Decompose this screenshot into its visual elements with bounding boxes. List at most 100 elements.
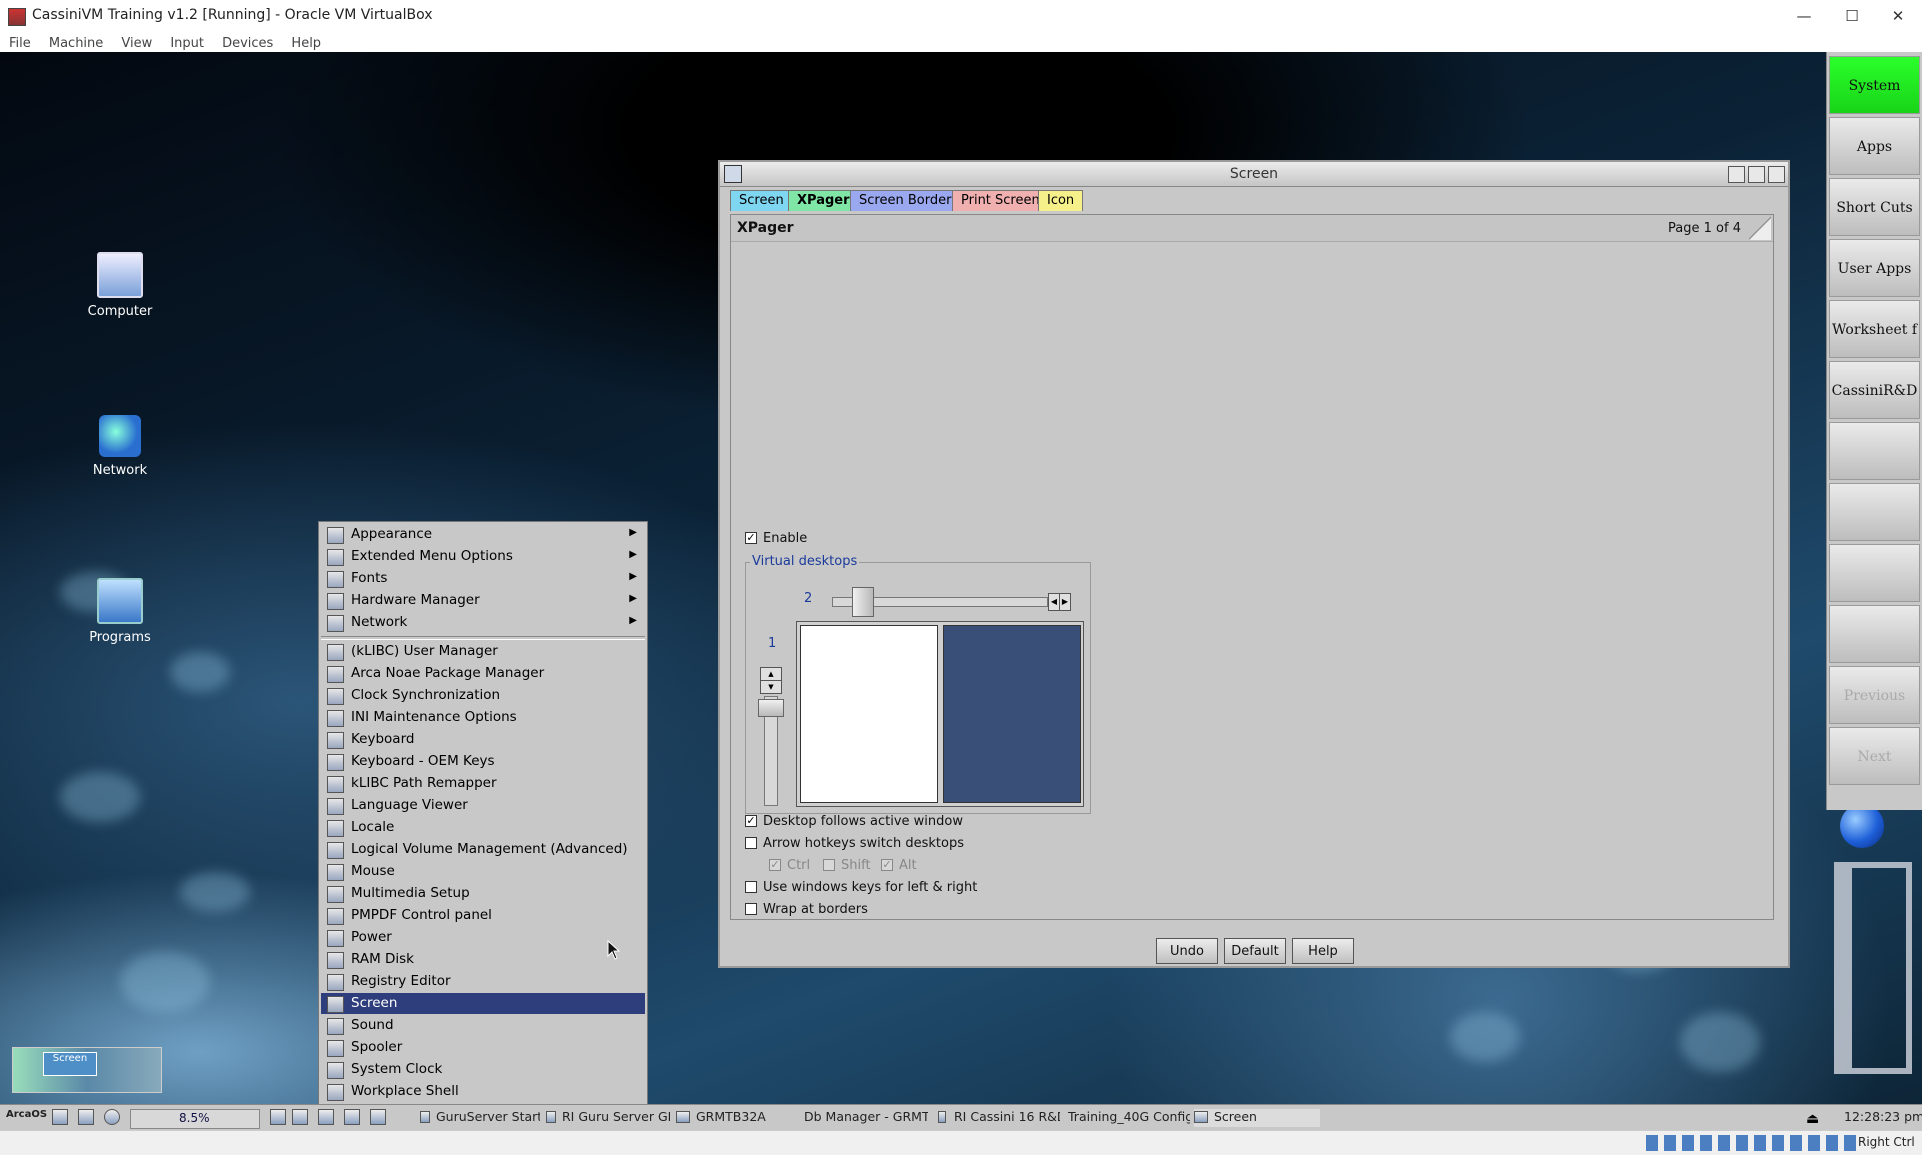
page-turn-icon[interactable]	[1749, 216, 1771, 240]
menu-file[interactable]: File	[0, 34, 31, 51]
task-ri-cassini[interactable]: RI Cassini 16 R&D	[938, 1109, 1060, 1127]
desktop-icon-computer[interactable]: Computer	[70, 252, 170, 319]
launchpad-next-button[interactable]: Next	[1829, 727, 1920, 785]
tab-screen-borders[interactable]: Screen Borders	[850, 190, 968, 211]
lock-icon[interactable]	[52, 1109, 68, 1125]
printer-icon[interactable]	[318, 1109, 334, 1125]
task-guruserver-startup[interactable]: GuruServer Startup	[420, 1109, 540, 1127]
device-status-icons[interactable]	[1646, 1135, 1856, 1151]
menu-item-klibc-user-manager[interactable]: (kLIBC) User Manager	[321, 641, 645, 662]
menu-item-spooler[interactable]: Spooler	[321, 1037, 645, 1058]
maximize-button[interactable]: ☐	[1830, 5, 1874, 27]
task-screen[interactable]: Screen	[1194, 1109, 1320, 1127]
menu-item-lvm[interactable]: Logical Volume Management (Advanced)	[321, 839, 645, 860]
task-db-manager[interactable]: Db Manager - GRMTB	[804, 1109, 928, 1127]
menu-item-system-clock[interactable]: System Clock	[321, 1059, 645, 1080]
launchpad-empty-button[interactable]	[1829, 483, 1920, 541]
launchpad-system-button[interactable]: System	[1829, 56, 1920, 114]
undo-button[interactable]: Undo	[1156, 938, 1218, 964]
launchpad-previous-button[interactable]: Previous	[1829, 666, 1920, 724]
rows-spin-down-icon[interactable]: ▼	[760, 680, 782, 694]
blue-sphere-icon	[1840, 804, 1884, 848]
tab-xpager[interactable]: XPager	[788, 190, 859, 211]
menu-item-registry-editor[interactable]: Registry Editor	[321, 971, 645, 992]
windows-keys-checkbox[interactable]	[745, 881, 757, 893]
launchpad-empty-button[interactable]	[1829, 605, 1920, 663]
task-grmtb32a[interactable]: GRMTB32A	[676, 1109, 796, 1127]
menu-machine[interactable]: Machine	[40, 34, 103, 51]
follow-active-window-checkbox[interactable]: ✓	[745, 815, 757, 827]
menu-item-ram-disk[interactable]: RAM Disk	[321, 949, 645, 970]
columns-spin-right-icon[interactable]: ▶	[1059, 593, 1071, 611]
tab-icon[interactable]: Icon	[1038, 190, 1084, 211]
alt-checkbox[interactable]: ✓	[881, 859, 893, 871]
menu-input[interactable]: Input	[161, 34, 204, 51]
shutdown-icon[interactable]	[104, 1109, 120, 1125]
menu-item-language-viewer[interactable]: Language Viewer	[321, 795, 645, 816]
menu-view[interactable]: View	[112, 34, 152, 51]
columns-slider-thumb[interactable]	[852, 587, 874, 617]
shift-checkbox[interactable]	[823, 859, 835, 871]
launchpad-empty-button[interactable]	[1829, 422, 1920, 480]
arrow-hotkeys-checkbox[interactable]	[745, 837, 757, 849]
wrap-borders-checkbox[interactable]	[745, 903, 757, 915]
menu-item-multimedia[interactable]: Multimedia Setup	[321, 883, 645, 904]
eject-icon[interactable]: ⏏	[1806, 1111, 1819, 1127]
maximize-icon[interactable]	[1768, 166, 1785, 183]
default-button[interactable]: Default	[1224, 938, 1286, 964]
launchpad-cassini-rd-button[interactable]: CassiniR&D	[1829, 361, 1920, 419]
menu-item-hardware-manager[interactable]: Hardware Manager ▶	[321, 590, 645, 611]
launchpad-shortcuts-button[interactable]: Short Cuts	[1829, 178, 1920, 236]
menu-item-pmpdf[interactable]: PMPDF Control panel	[321, 905, 645, 926]
folder-icon[interactable]	[344, 1109, 360, 1125]
task-training-config[interactable]: Training_40G Configu	[1068, 1109, 1190, 1127]
launchpad-worksheet-button[interactable]: Worksheet f	[1829, 300, 1920, 358]
terminal-icon[interactable]	[370, 1109, 386, 1125]
disk-icon	[327, 842, 344, 859]
search-icon[interactable]	[78, 1109, 94, 1125]
minimized-window-thumbnail[interactable]: Screen	[12, 1047, 162, 1093]
menu-item-power[interactable]: Power	[321, 927, 645, 948]
restore-icon[interactable]	[1748, 166, 1765, 183]
menu-devices[interactable]: Devices	[213, 34, 273, 51]
menu-item-clock-sync[interactable]: Clock Synchronization	[321, 685, 645, 706]
launchpad-apps-button[interactable]: Apps	[1829, 117, 1920, 175]
enable-checkbox[interactable]: ✓	[745, 532, 757, 544]
menu-item-screen[interactable]: Screen	[321, 993, 645, 1014]
menu-item-network[interactable]: Network ▶	[321, 612, 645, 633]
menu-item-appearance[interactable]: Appearance ▶	[321, 524, 645, 545]
virtual-desktop-2[interactable]	[943, 625, 1081, 803]
drives-icon[interactable]	[292, 1109, 308, 1125]
menu-item-keyboard[interactable]: Keyboard	[321, 729, 645, 750]
menu-item-sound[interactable]: Sound	[321, 1015, 645, 1036]
menu-item-fonts[interactable]: Fonts ▶	[321, 568, 645, 589]
menu-item-package-manager[interactable]: Arca Noae Package Manager	[321, 663, 645, 684]
close-button[interactable]: ✕	[1876, 5, 1920, 27]
tab-screen[interactable]: Screen	[730, 190, 793, 211]
minimize-button[interactable]: —	[1782, 5, 1826, 27]
rows-spin-up-icon[interactable]: ▲	[760, 667, 782, 681]
virtual-desktop-1[interactable]	[800, 625, 938, 803]
menu-item-keyboard-oem[interactable]: Keyboard - OEM Keys	[321, 751, 645, 772]
launchpad-empty-button[interactable]	[1829, 544, 1920, 602]
dialog-title-bar[interactable]: Screen	[720, 162, 1788, 187]
tab-print-screen[interactable]: Print Screen	[952, 190, 1049, 211]
ctrl-checkbox[interactable]: ✓	[769, 859, 781, 871]
menu-item-extended-menu-options[interactable]: Extended Menu Options ▶	[321, 546, 645, 567]
menu-item-mouse[interactable]: Mouse	[321, 861, 645, 882]
menu-item-path-remapper[interactable]: kLIBC Path Remapper	[321, 773, 645, 794]
spooler-icon	[327, 1040, 344, 1057]
menu-item-ini-maintenance[interactable]: INI Maintenance Options	[321, 707, 645, 728]
menu-help[interactable]: Help	[282, 34, 321, 51]
desktop-icon-programs[interactable]: Programs	[70, 578, 170, 645]
window-list-icon[interactable]	[270, 1109, 286, 1125]
start-button[interactable]: ArcaOS	[6, 1109, 47, 1127]
help-button[interactable]: Help	[1292, 938, 1354, 964]
launchpad-user-apps-button[interactable]: User Apps	[1829, 239, 1920, 297]
task-ri-guru-server[interactable]: RI Guru Server GB8	[546, 1109, 670, 1127]
rows-slider-thumb[interactable]	[758, 699, 784, 717]
desktop-icon-network[interactable]: Network	[70, 415, 170, 478]
hide-icon[interactable]	[1728, 166, 1745, 183]
menu-item-workplace-shell[interactable]: Workplace Shell	[321, 1081, 645, 1102]
menu-item-locale[interactable]: Locale	[321, 817, 645, 838]
